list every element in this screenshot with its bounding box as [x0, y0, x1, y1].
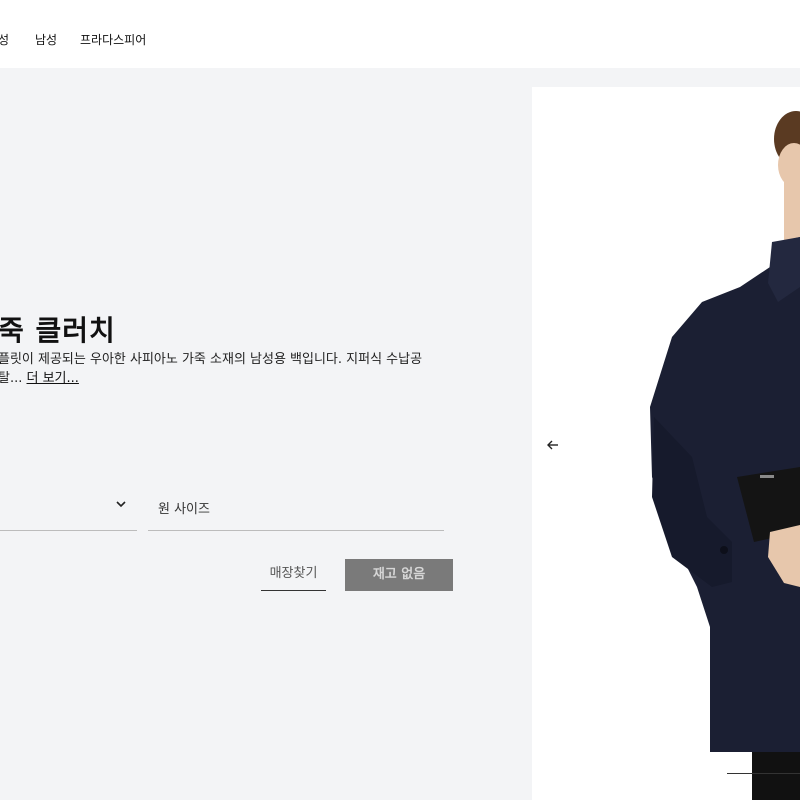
description-line-1: 플릿이 제공되는 우아한 사피아노 가죽 소재의 남성용 백입니다. 지퍼식 수… — [0, 352, 423, 367]
size-field[interactable]: 원 사이즈 — [148, 490, 444, 531]
color-select[interactable] — [0, 490, 137, 531]
product-image — [532, 87, 800, 800]
read-more-link[interactable]: 더 보기... — [27, 371, 79, 386]
model-photo — [650, 111, 800, 800]
find-store-link[interactable]: 매장찾기 — [261, 560, 326, 591]
clutch-logo — [760, 475, 774, 478]
cuff-button — [720, 546, 728, 554]
product-title: 죽 클러치 — [0, 314, 116, 347]
model-neck — [784, 182, 800, 242]
description-line-2: 탈... 더 보기... — [0, 369, 458, 388]
gallery-progress-bar — [727, 773, 800, 774]
model-trousers — [752, 752, 800, 800]
nav-item-men[interactable]: 남성 — [35, 31, 57, 48]
out-of-stock-button[interactable]: 재고 없음 — [345, 559, 453, 591]
top-navigation: 성 남성 프라다스피어 — [0, 0, 800, 68]
product-description: 플릿이 제공되는 우아한 사피아노 가죽 소재의 남성용 백입니다. 지퍼식 수… — [0, 350, 458, 388]
chevron-down-icon — [116, 501, 126, 508]
nav-item-women[interactable]: 성 — [0, 31, 9, 48]
arrow-left-icon[interactable] — [545, 437, 561, 453]
size-value: 원 사이즈 — [158, 502, 210, 517]
description-line-2-text: 탈... — [0, 371, 27, 386]
nav-item-pradasphere[interactable]: 프라다스피어 — [80, 31, 146, 48]
